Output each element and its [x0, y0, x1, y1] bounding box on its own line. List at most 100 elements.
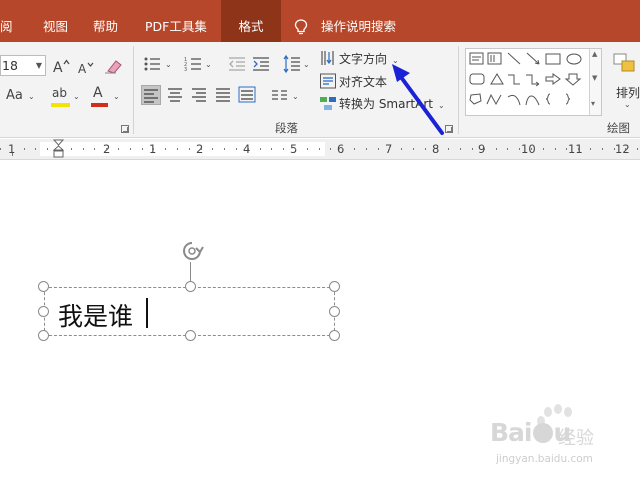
ruler-number: 6: [337, 142, 345, 156]
tab-view[interactable]: 视图: [43, 0, 68, 42]
resize-handle-bottom[interactable]: [185, 330, 196, 341]
text-direction-icon: [321, 51, 334, 65]
ruler-tick: [153, 148, 155, 150]
ruler-tick: [377, 148, 379, 150]
align-right-button[interactable]: [190, 85, 210, 105]
paragraph-group-label: 段落: [275, 121, 298, 135]
gallery-scrollbar[interactable]: ▲ ▼ ▾: [589, 49, 601, 115]
chevron-down-icon: ▼: [35, 61, 42, 70]
ruler-tick: [424, 148, 426, 150]
ruler-tick: [224, 148, 226, 150]
tab-help[interactable]: 帮助: [93, 0, 118, 42]
tab-pdf-tools[interactable]: PDF工具集: [145, 0, 207, 42]
line-spacing-icon[interactable]: [283, 54, 301, 74]
annotation-arrow-icon: [392, 64, 444, 135]
ruler-tick: [483, 148, 485, 150]
ruler-tick: [448, 148, 450, 150]
justify-icon: [216, 88, 230, 102]
clear-formatting-icon[interactable]: [104, 57, 124, 75]
smartart-icon: [320, 97, 336, 110]
tab-format[interactable]: 格式: [221, 0, 281, 42]
ruler-tick: [188, 148, 190, 150]
ruler-tick: [141, 148, 143, 150]
shapes-gallery[interactable]: ▲ ▼ ▾: [465, 48, 602, 116]
ruler-tick: [542, 148, 544, 150]
ruler-tick: [283, 148, 285, 150]
justify-button[interactable]: [214, 85, 234, 105]
ruler-tick: [295, 148, 296, 150]
align-left-button[interactable]: [141, 85, 161, 105]
chevron-down-icon: ⌄: [205, 60, 212, 69]
numbering-icon[interactable]: 1 2 3: [184, 56, 202, 72]
font-dialog-launcher-icon[interactable]: [121, 125, 129, 133]
ribbon-tab-bar: 阅 视图 帮助 PDF工具集 格式 操作说明搜索: [0, 0, 640, 42]
decrease-indent-icon[interactable]: [228, 56, 246, 72]
ruler-tick: [247, 148, 249, 150]
ruler-tick: [436, 148, 438, 150]
ruler-tick: [212, 148, 214, 150]
increase-indent-icon[interactable]: [252, 56, 270, 72]
ruler-tick: [129, 148, 131, 150]
chevron-down-icon: ⌄: [165, 60, 172, 69]
ribbon: 18 ▼ A A Aa ⌄ ab ⌄ A ⌄ ⌄ 1 2 3 ⌄ ⌄ ⌄ 文字方…: [0, 42, 640, 138]
ruler-tick: [271, 148, 273, 150]
ruler-number: 4: [243, 142, 251, 156]
resize-handle-top[interactable]: [185, 281, 196, 292]
resize-handle-top-left[interactable]: [38, 281, 49, 292]
shapes-gallery-icons: [469, 52, 582, 106]
font-size-dropdown[interactable]: 18 ▼: [0, 55, 46, 76]
ruler-tick: [35, 148, 37, 150]
text-box-content[interactable]: 我是谁: [58, 297, 133, 333]
ruler-tick: [306, 148, 308, 150]
ruler-tick: [365, 148, 367, 150]
resize-handle-left[interactable]: [38, 306, 49, 317]
ruler-tick: [389, 148, 391, 150]
align-left-icon: [144, 89, 158, 103]
highlight-color-button[interactable]: ab: [50, 86, 72, 108]
bullets-icon[interactable]: [143, 56, 161, 72]
tab-review[interactable]: 阅: [0, 0, 13, 42]
drawing-group-label: 绘图: [607, 121, 630, 135]
ruler-tick: [106, 148, 108, 150]
ruler-tick: [259, 148, 261, 150]
horizontal-ruler[interactable]: 1 2 1 2 4 5 6 7 8 9 10 11 12: [0, 139, 640, 160]
ruler-tick: [625, 148, 627, 150]
rotate-handle-icon[interactable]: [179, 239, 205, 265]
chevron-down-icon: ⌄: [624, 100, 631, 109]
ruler-tick: [23, 148, 25, 150]
chevron-down-icon: ⌄: [303, 60, 310, 69]
lightbulb-icon: [294, 19, 308, 35]
ruler-tick: [94, 148, 96, 150]
align-center-button[interactable]: [166, 85, 186, 105]
resize-handle-right[interactable]: [329, 306, 340, 317]
ruler-tick: [413, 148, 414, 150]
rotate-connector: [190, 262, 191, 282]
resize-handle-top-right[interactable]: [329, 281, 340, 292]
columns-icon[interactable]: [271, 89, 289, 103]
svg-text:3: 3: [184, 67, 187, 72]
ruler-tick: [0, 148, 1, 150]
watermark-url: jingyan.baidu.com: [496, 453, 593, 465]
gallery-more-icon[interactable]: ▾: [591, 99, 595, 108]
change-case-button[interactable]: Aa: [6, 88, 23, 103]
shrink-font-icon[interactable]: A: [77, 60, 95, 75]
ruler-tick: [590, 148, 591, 150]
arrange-button[interactable]: 排列: [616, 84, 640, 101]
distributed-button[interactable]: [238, 85, 258, 105]
ruler-tick: [531, 148, 532, 150]
ruler-tick: [354, 148, 355, 150]
ruler-number: 12: [615, 142, 630, 156]
resize-handle-bottom-left[interactable]: [38, 330, 49, 341]
ruler-tick: [318, 148, 320, 150]
align-center-icon: [168, 88, 182, 102]
ruler-tick: [236, 148, 237, 150]
tell-me-search[interactable]: 操作说明搜索: [321, 0, 396, 42]
ruler-tick: [507, 148, 509, 150]
text-cursor: [146, 298, 148, 328]
chevron-down-icon[interactable]: ▼: [592, 74, 597, 82]
font-color-button[interactable]: A: [90, 85, 110, 108]
grow-font-icon[interactable]: A: [52, 58, 70, 74]
chevron-up-icon[interactable]: ▲: [592, 50, 597, 58]
indent-marker-icon[interactable]: [53, 139, 64, 160]
resize-handle-bottom-right[interactable]: [329, 330, 340, 341]
